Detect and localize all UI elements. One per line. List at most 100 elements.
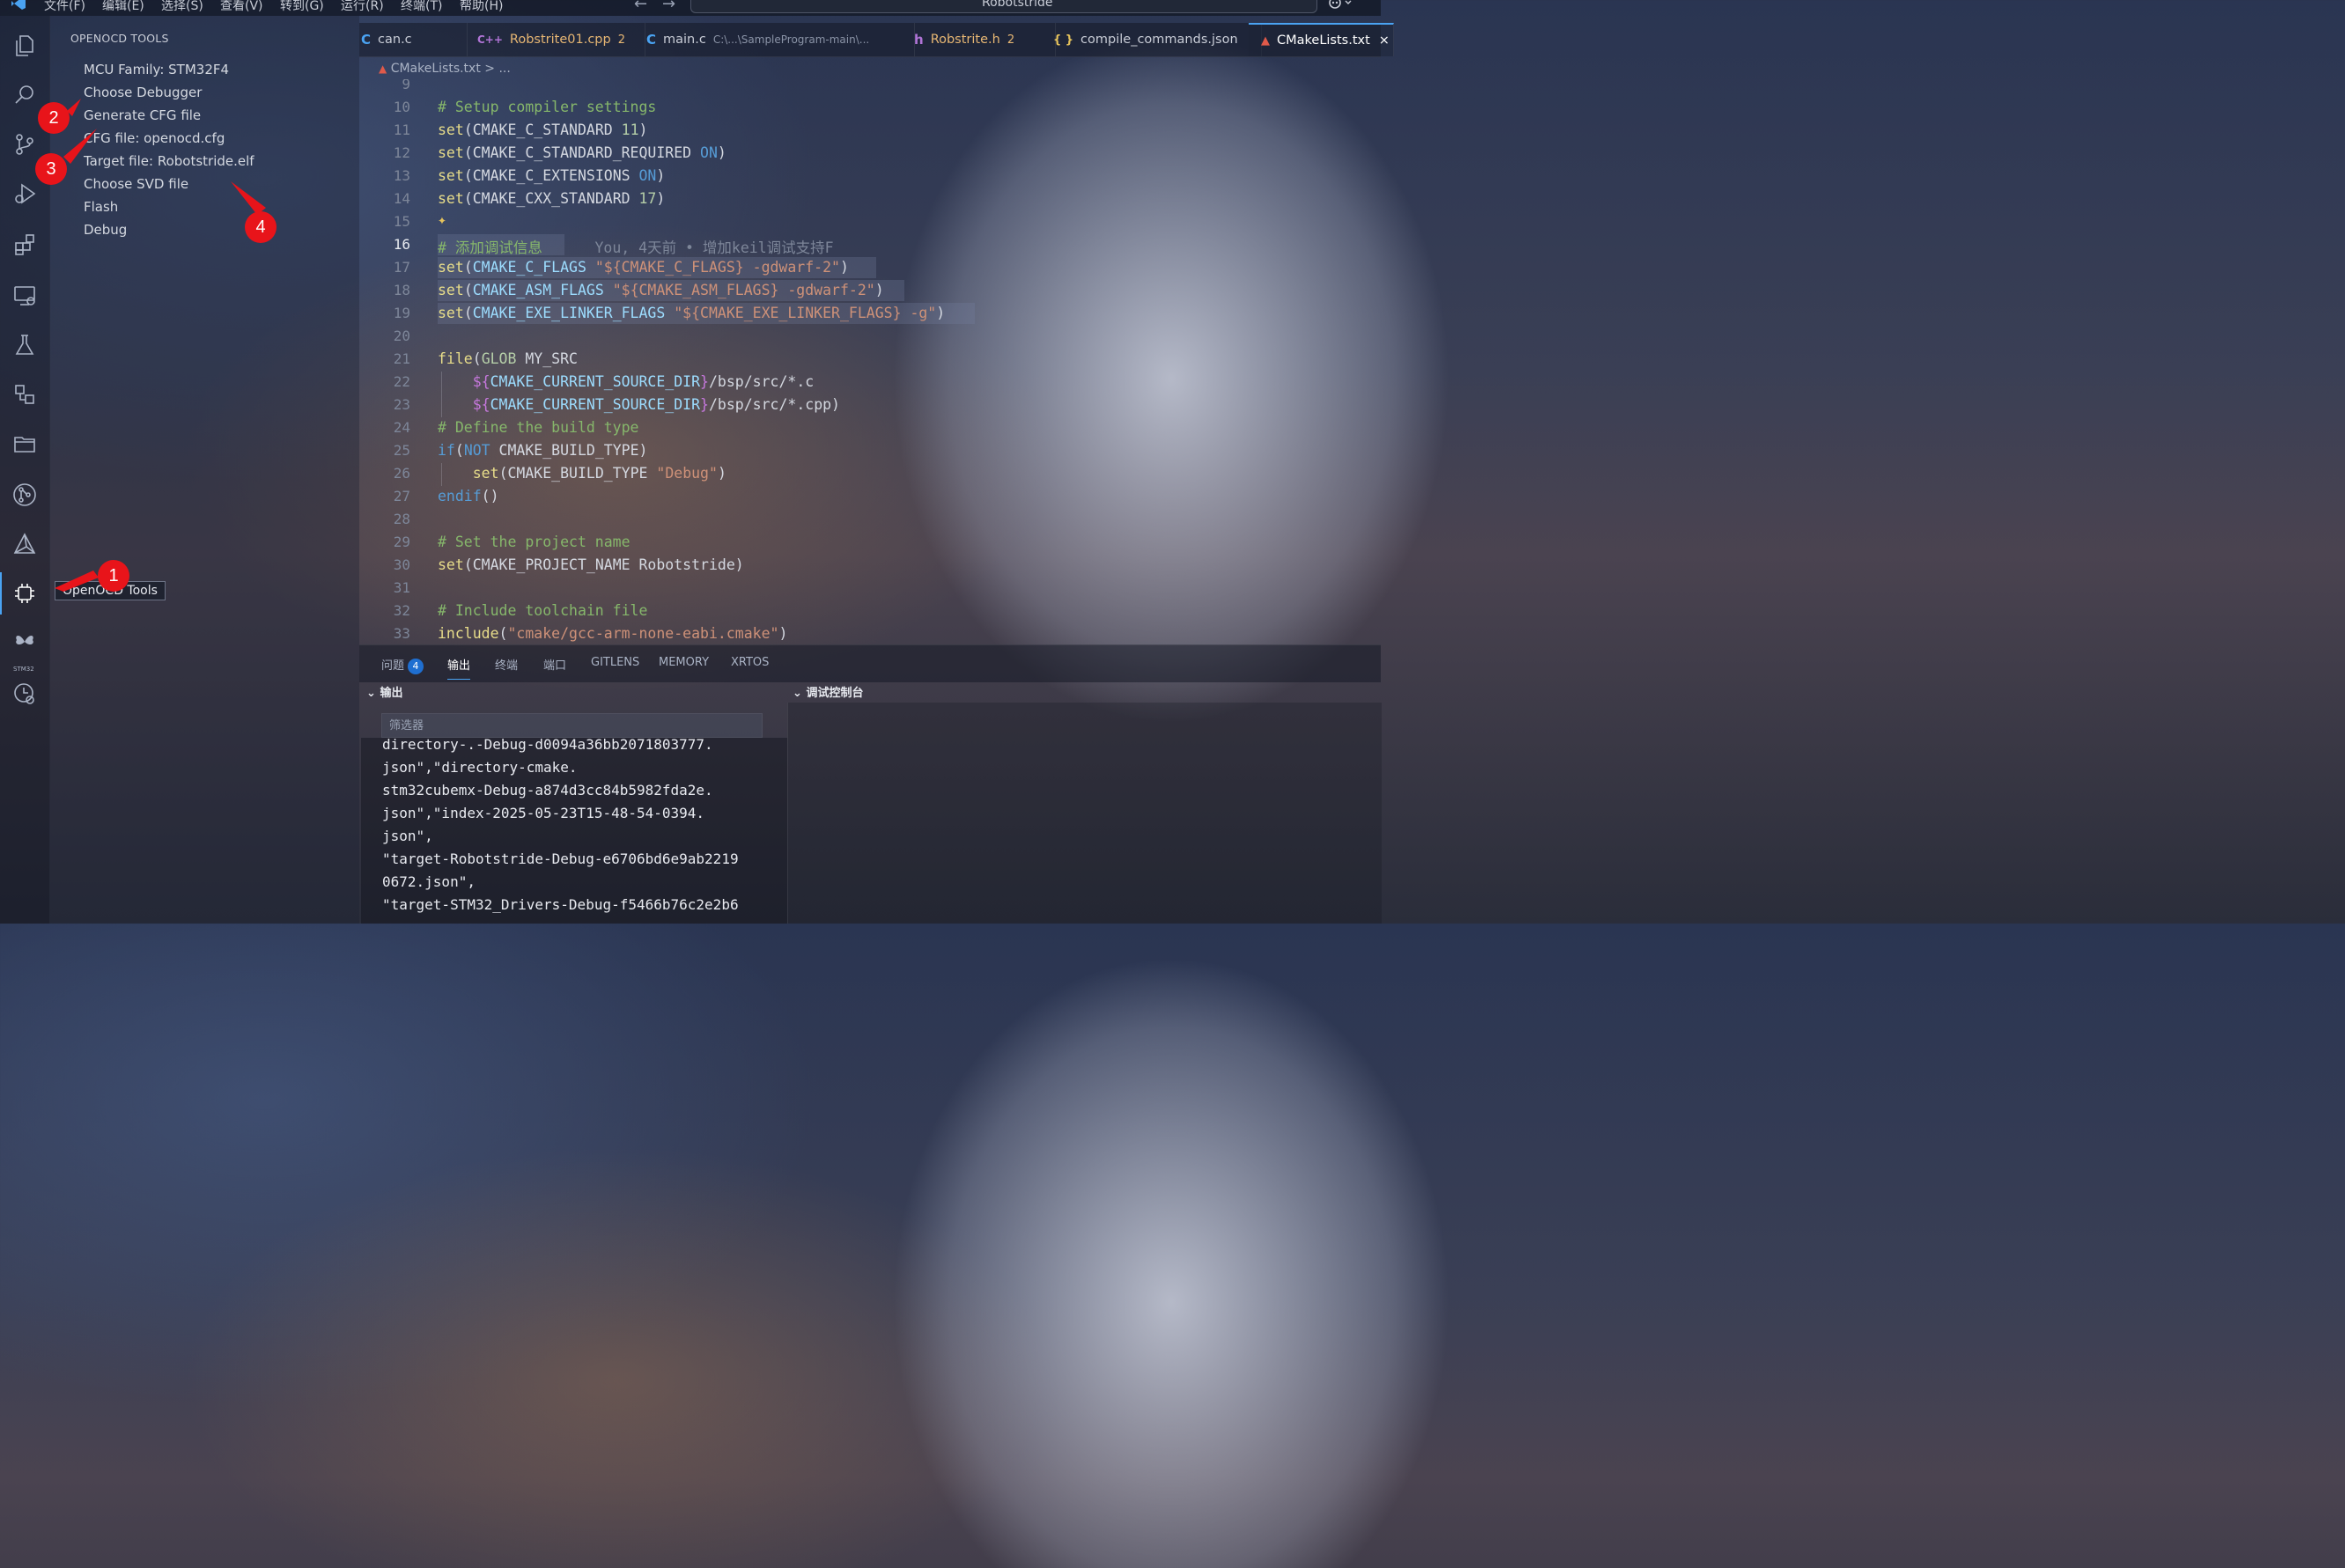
menu-edit[interactable]: 编辑(E) — [102, 0, 144, 14]
menu-selection[interactable]: 选择(S) — [161, 0, 203, 14]
tab-label: main.c — [663, 33, 706, 47]
output-line: json","directory-cmake. — [382, 759, 578, 776]
code-line-32: # Include toolchain file — [438, 602, 648, 619]
code-line-12: set(CMAKE_C_STANDARD_REQUIRED ON) — [438, 144, 726, 161]
explorer-icon[interactable] — [9, 30, 41, 62]
command-center-search[interactable]: Robotstride — [690, 0, 1317, 13]
breadcrumb-more[interactable]: ... — [498, 62, 510, 76]
menu-help[interactable]: 帮助(H) — [460, 0, 503, 14]
timeline-history-icon[interactable] — [9, 678, 41, 710]
sidebar-item-mcu-family[interactable]: MCU Family: STM32F4 — [84, 62, 229, 77]
sidebar-item-choose-svd[interactable]: Choose SVD file — [84, 176, 188, 192]
tab-main-c[interactable]: C main.c C:\...\SampleProgram-main\... — [632, 23, 915, 56]
problem-count: 2 — [617, 33, 625, 47]
tab-robstrite01-cpp[interactable]: C++ Robstrite01.cpp 2 — [465, 23, 645, 56]
panel-tab-terminal[interactable]: 终端 — [495, 656, 518, 673]
code-line-25: if(NOT CMAKE_BUILD_TYPE) — [438, 442, 648, 459]
run-debug-icon[interactable] — [9, 178, 41, 210]
tab-label: can.c — [378, 33, 412, 47]
code-line-10: # Setup compiler settings — [438, 99, 657, 115]
tab-cmakelists[interactable]: ▲ CMakeLists.txt × — [1249, 23, 1394, 56]
panel-tab-output[interactable]: 输出 — [447, 656, 471, 680]
json-file-icon: { } — [1053, 33, 1074, 47]
tab-can-c[interactable]: C can.c — [359, 23, 468, 56]
code-line-16: # 添加调试信息 You, 4天前 • 增加keil调试支持F — [438, 239, 834, 256]
code-line-24: # Define the build type — [438, 419, 639, 436]
device-manager-icon[interactable] — [9, 379, 41, 410]
code-editor[interactable]: 9 10 11 12 13 14 15 16 17 18 19 20 21 22 23 24 25 26 27 28 2… — [359, 79, 1381, 643]
code-line-21: file(GLOB MY_SRC — [438, 350, 578, 367]
remote-explorer-icon[interactable] — [9, 280, 41, 312]
panel-tab-xrtos[interactable]: XRTOS — [731, 656, 769, 669]
sidebar-item-generate-cfg[interactable]: Generate CFG file — [84, 107, 201, 123]
output-line: directory-.-Debug-d0094a36bb2071803777. — [382, 738, 713, 753]
annotation-badge-2: 2 — [38, 102, 70, 134]
line-number: 23 — [393, 396, 410, 413]
line-number: 9 — [402, 79, 410, 92]
sidebar-item-flash[interactable]: Flash — [84, 199, 118, 215]
forward-arrow-icon[interactable]: → — [662, 0, 675, 13]
close-icon[interactable]: × — [1379, 33, 1390, 48]
search-icon[interactable] — [9, 79, 41, 111]
sparkle-icon[interactable]: ✦ — [438, 211, 446, 228]
sidebar-item-choose-debugger[interactable]: Choose Debugger — [84, 85, 202, 100]
sidebar-item-debug[interactable]: Debug — [84, 222, 127, 238]
code-line-22: ${CMAKE_CURRENT_SOURCE_DIR}/bsp/src/*.c — [472, 373, 815, 390]
line-number: 33 — [393, 625, 410, 642]
debug-console[interactable] — [787, 703, 1382, 924]
code-line-23: ${CMAKE_CURRENT_SOURCE_DIR}/bsp/src/*.cp… — [472, 396, 840, 413]
stm32-label: STM32 — [13, 666, 34, 673]
menu-run[interactable]: 运行(R) — [341, 0, 384, 14]
line-number: 15 — [393, 213, 410, 230]
panel-tab-memory[interactable]: MEMORY — [659, 656, 709, 669]
cmake-icon[interactable] — [9, 528, 41, 560]
line-number: 10 — [393, 99, 410, 115]
tab-compile-commands[interactable]: { } compile_commands.json — [1041, 23, 1262, 56]
menu-go[interactable]: 转到(G) — [280, 0, 324, 14]
line-number: 18 — [393, 282, 410, 298]
menu-terminal[interactable]: 终端(T) — [401, 0, 442, 14]
source-control-icon[interactable] — [9, 129, 41, 160]
openocd-tools-chip-icon[interactable] — [0, 572, 41, 615]
git-blame-annotation: You, 4天前 • 增加keil调试支持F — [594, 239, 834, 256]
problems-count-badge: 4 — [408, 659, 424, 674]
line-number: 26 — [393, 465, 410, 482]
sidebar-item-cfg-file[interactable]: CFG file: openocd.cfg — [84, 130, 225, 146]
copilot-icon[interactable] — [1326, 0, 1353, 12]
back-arrow-icon[interactable]: ← — [634, 0, 647, 13]
output-line: json","index-2025-05-23T15-48-54-0394. — [382, 805, 705, 821]
line-number: 21 — [393, 350, 410, 367]
line-number: 17 — [393, 259, 410, 276]
output-filter-input[interactable]: 筛选器 — [381, 713, 763, 738]
panel-tab-problems[interactable]: 问题 4 — [381, 656, 424, 674]
line-number: 28 — [393, 511, 410, 527]
menu-file[interactable]: 文件(F) — [44, 0, 85, 14]
line-number: 25 — [393, 442, 410, 459]
breadcrumb-file[interactable]: CMakeLists.txt — [391, 62, 481, 76]
c-file-icon: C — [361, 32, 372, 48]
annotation-badge-4: 4 — [245, 211, 277, 243]
panel-tab-gitlens[interactable]: GITLENS — [591, 656, 639, 669]
code-line-29: # Set the project name — [438, 534, 630, 550]
panel-tab-ports[interactable]: 端口 — [543, 656, 566, 673]
stm32-butterfly-icon[interactable] — [9, 627, 41, 659]
folder-icon[interactable] — [9, 428, 41, 460]
line-number: 14 — [393, 190, 410, 207]
line-number: 11 — [393, 121, 410, 138]
line-number: 30 — [393, 556, 410, 573]
output-section-header[interactable]: ⌄ 输出 — [366, 683, 402, 701]
testing-flask-icon[interactable] — [9, 329, 41, 361]
line-number: 31 — [393, 579, 410, 596]
code-line-19: set(CMAKE_EXE_LINKER_FLAGS "${CMAKE_EXE_… — [438, 305, 946, 321]
tab-robstrite-h[interactable]: h Robstrite.h 2 — [900, 23, 1056, 56]
code-line-18: set(CMAKE_ASM_FLAGS "${CMAKE_ASM_FLAGS} … — [438, 282, 884, 298]
debug-console-header[interactable]: ⌄ 调试控制台 — [793, 683, 863, 701]
git-graph-icon[interactable] — [9, 479, 41, 511]
menu-view[interactable]: 查看(V) — [220, 0, 263, 14]
line-number: 16 — [393, 236, 410, 253]
extensions-icon[interactable] — [9, 229, 41, 261]
line-number: 29 — [393, 534, 410, 550]
sidebar-item-target-file[interactable]: Target file: Robotstride.elf — [84, 153, 254, 169]
tab-label: compile_commands.json — [1080, 33, 1238, 47]
code-line-17: set(CMAKE_C_FLAGS "${CMAKE_C_FLAGS} -gdw… — [438, 259, 849, 276]
